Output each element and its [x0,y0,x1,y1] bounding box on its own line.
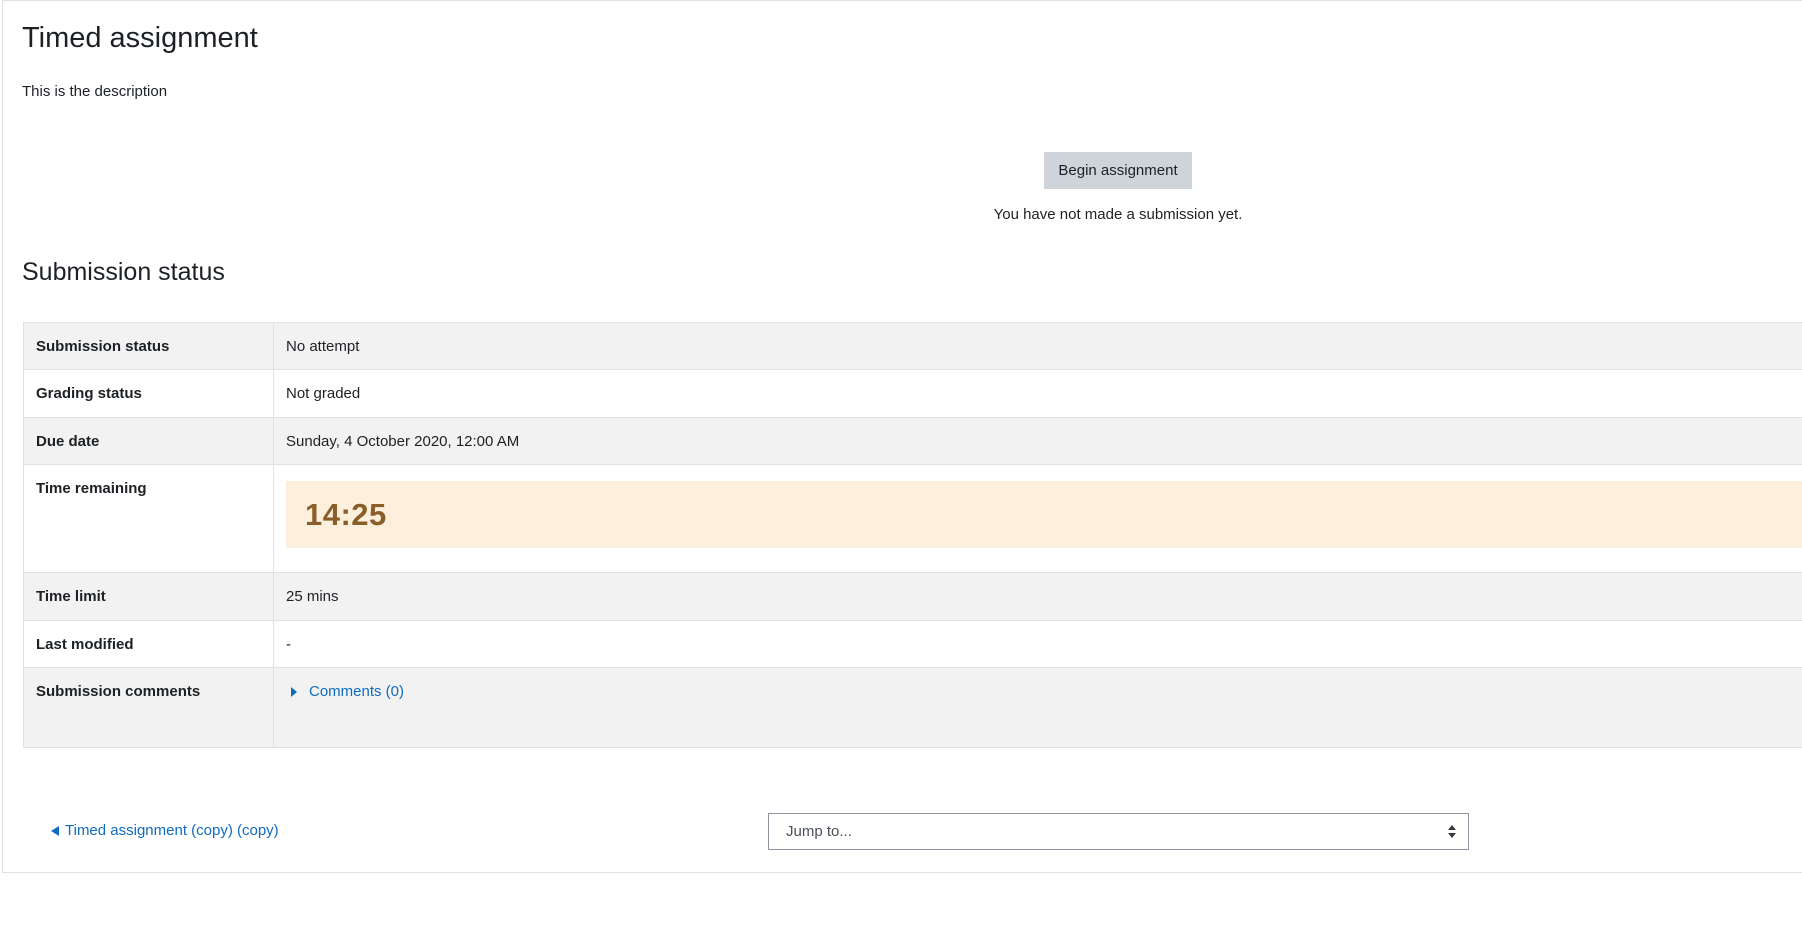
table-row: Due date Sunday, 4 October 2020, 12:00 A… [23,417,1802,465]
page-title: Timed assignment [22,22,258,54]
last-modified-value: - [273,620,1802,668]
jump-to-value: Jump to... [786,823,852,840]
time-remaining-timer: 14:25 [286,481,1802,548]
row-label: Due date [23,417,274,465]
submission-status-value: No attempt [273,322,1802,370]
begin-assignment-button[interactable]: Begin assignment [1044,152,1192,189]
table-row: Submission comments Comments (0) [23,667,1802,748]
caret-right-icon [291,686,297,697]
row-label: Grading status [23,369,274,418]
select-arrows-icon [1448,825,1456,838]
table-row: Time remaining 14:25 [23,464,1802,573]
assignment-description: This is the description [22,83,168,100]
row-label: Time limit [23,572,274,621]
table-row: Grading status Not graded [23,369,1802,418]
submission-status-table: Submission status No attempt Grading sta… [23,322,1802,748]
grading-status-value: Not graded [273,369,1802,418]
time-limit-value: 25 mins [273,572,1802,621]
row-label: Submission comments [23,667,274,748]
submission-status-heading: Submission status [22,258,225,286]
table-row: Last modified - [23,620,1802,668]
comments-toggle-link[interactable]: Comments (0) [286,668,404,700]
no-submission-message: You have not made a submission yet. [993,206,1243,223]
previous-activity-label: Timed assignment (copy) (copy) [65,822,279,839]
time-remaining-cell: 14:25 [273,464,1802,573]
jump-to-select[interactable]: Jump to... [768,813,1469,850]
previous-activity-link[interactable]: Timed assignment (copy) (copy) [51,822,279,839]
row-label: Submission status [23,322,274,370]
submission-comments-cell: Comments (0) [273,667,1802,748]
due-date-value: Sunday, 4 October 2020, 12:00 AM [273,417,1802,465]
row-label: Time remaining [23,464,274,573]
table-row: Time limit 25 mins [23,572,1802,621]
row-label: Last modified [23,620,274,668]
comments-link-label: Comments (0) [309,683,405,700]
time-remaining-value: 14:25 [305,496,387,532]
arrow-left-icon [51,825,59,836]
table-row: Submission status No attempt [23,322,1802,370]
